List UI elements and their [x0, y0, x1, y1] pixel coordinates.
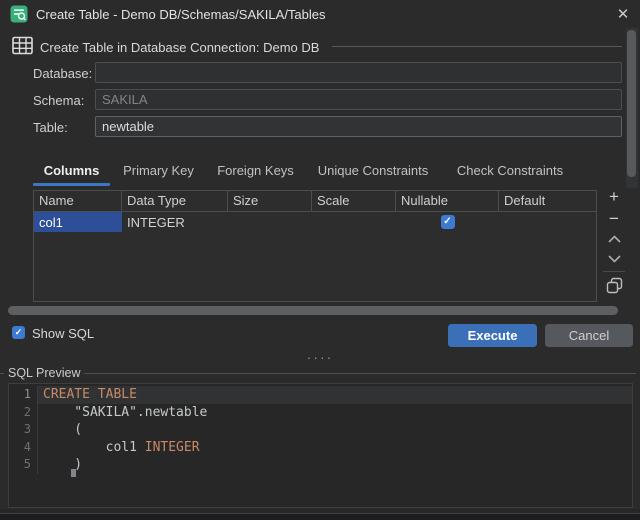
duplicate-column-button[interactable]	[604, 275, 624, 295]
line-number: 1	[9, 386, 38, 404]
schema-label: Schema:	[33, 93, 84, 108]
col-header-default[interactable]: Default	[499, 191, 596, 211]
show-sql-checkbox[interactable]: ✓	[12, 326, 25, 339]
tab-columns[interactable]: Columns	[33, 156, 110, 184]
sql-text: col1	[43, 440, 145, 455]
cell-scale[interactable]	[312, 212, 396, 232]
sql-preview-divider-left	[0, 373, 4, 374]
sql-editor[interactable]: 1 CREATE TABLE 2 "SAKILA".newtable 3 ( 4…	[8, 383, 633, 508]
col-header-datatype[interactable]: Data Type	[122, 191, 228, 211]
execute-button[interactable]: Execute	[448, 324, 537, 347]
chevron-up-icon	[608, 235, 621, 243]
sql-line-1: 1 CREATE TABLE	[9, 386, 632, 404]
move-down-button[interactable]	[604, 249, 624, 269]
sql-preview-label: SQL Preview	[8, 366, 80, 380]
line-number: 2	[9, 404, 38, 422]
tab-foreign-keys[interactable]: Foreign Keys	[207, 156, 304, 184]
sql-line-2: 2 "SAKILA".newtable	[9, 404, 632, 422]
line-number: 5	[9, 456, 38, 474]
sql-line-3: 3 (	[9, 421, 632, 439]
vertical-scrollbar-thumb[interactable]	[627, 30, 636, 177]
copy-icon	[606, 277, 623, 294]
chevron-down-icon	[608, 255, 621, 263]
tab-check-constraints[interactable]: Check Constraints	[442, 156, 578, 184]
dialog-script-icon	[10, 5, 28, 23]
cell-size[interactable]	[228, 212, 312, 232]
columns-grid: Name Data Type Size Scale Nullable Defau…	[33, 190, 597, 302]
table-label: Table:	[33, 120, 68, 135]
sql-keyword: INTEGER	[145, 440, 200, 455]
sql-keyword: CREATE TABLE	[43, 387, 137, 402]
text-caret	[71, 469, 76, 477]
sql-line-4: 4 col1 INTEGER	[9, 439, 632, 457]
sql-text: )	[43, 457, 82, 472]
cell-nullable[interactable]: ✓	[396, 212, 499, 232]
toolbar-divider	[603, 271, 625, 272]
move-up-button[interactable]	[604, 229, 624, 249]
dialog-title: Create Table - Demo DB/Schemas/SAKILA/Ta…	[36, 7, 326, 22]
schema-field[interactable]	[95, 89, 622, 110]
close-icon[interactable]: ✕	[613, 4, 633, 24]
tab-columns-label: Columns	[44, 163, 100, 178]
dialog-bottom-edge	[0, 514, 640, 520]
database-field[interactable]	[95, 62, 622, 83]
col-header-size[interactable]: Size	[228, 191, 312, 211]
add-column-button[interactable]: +	[604, 186, 624, 206]
show-sql-label: Show SQL	[32, 326, 94, 341]
tab-primary-key[interactable]: Primary Key	[110, 156, 207, 184]
sql-preview-divider-right	[84, 373, 636, 374]
nullable-checkbox[interactable]: ✓	[441, 215, 455, 229]
tab-primary-key-label: Primary Key	[123, 163, 194, 178]
cell-name[interactable]: col1	[34, 212, 122, 232]
tab-foreign-keys-label: Foreign Keys	[217, 163, 294, 178]
splitter-sash-handle[interactable]: ····	[0, 350, 640, 364]
sql-line-5: 5 )	[9, 456, 632, 474]
tab-unique-constraints[interactable]: Unique Constraints	[304, 156, 442, 184]
remove-column-button[interactable]: −	[604, 208, 624, 228]
group-divider	[332, 46, 622, 47]
line-number: 3	[9, 421, 38, 439]
table-row[interactable]: col1 INTEGER ✓	[34, 212, 596, 232]
active-tab-underline	[33, 183, 110, 186]
cancel-button[interactable]: Cancel	[545, 324, 633, 347]
table-name-field[interactable]	[95, 116, 622, 137]
col-header-name[interactable]: Name	[34, 191, 122, 211]
col-header-scale[interactable]: Scale	[312, 191, 396, 211]
tab-bar: Columns Primary Key Foreign Keys Unique …	[33, 156, 578, 184]
line-number: 4	[9, 439, 38, 457]
cell-default[interactable]	[499, 212, 596, 232]
columns-grid-header: Name Data Type Size Scale Nullable Defau…	[34, 191, 596, 212]
sql-text: (	[43, 422, 82, 437]
tab-check-constraints-label: Check Constraints	[457, 163, 563, 178]
database-label: Database:	[33, 66, 92, 81]
sql-text: "SAKILA".newtable	[43, 405, 207, 420]
horizontal-scrollbar-thumb[interactable]	[8, 306, 618, 315]
connection-group-label: Create Table in Database Connection: Dem…	[40, 40, 319, 55]
cell-data-type[interactable]: INTEGER	[122, 212, 228, 232]
col-header-nullable[interactable]: Nullable	[396, 191, 499, 211]
table-grid-icon	[12, 36, 33, 55]
tab-unique-constraints-label: Unique Constraints	[318, 163, 429, 178]
